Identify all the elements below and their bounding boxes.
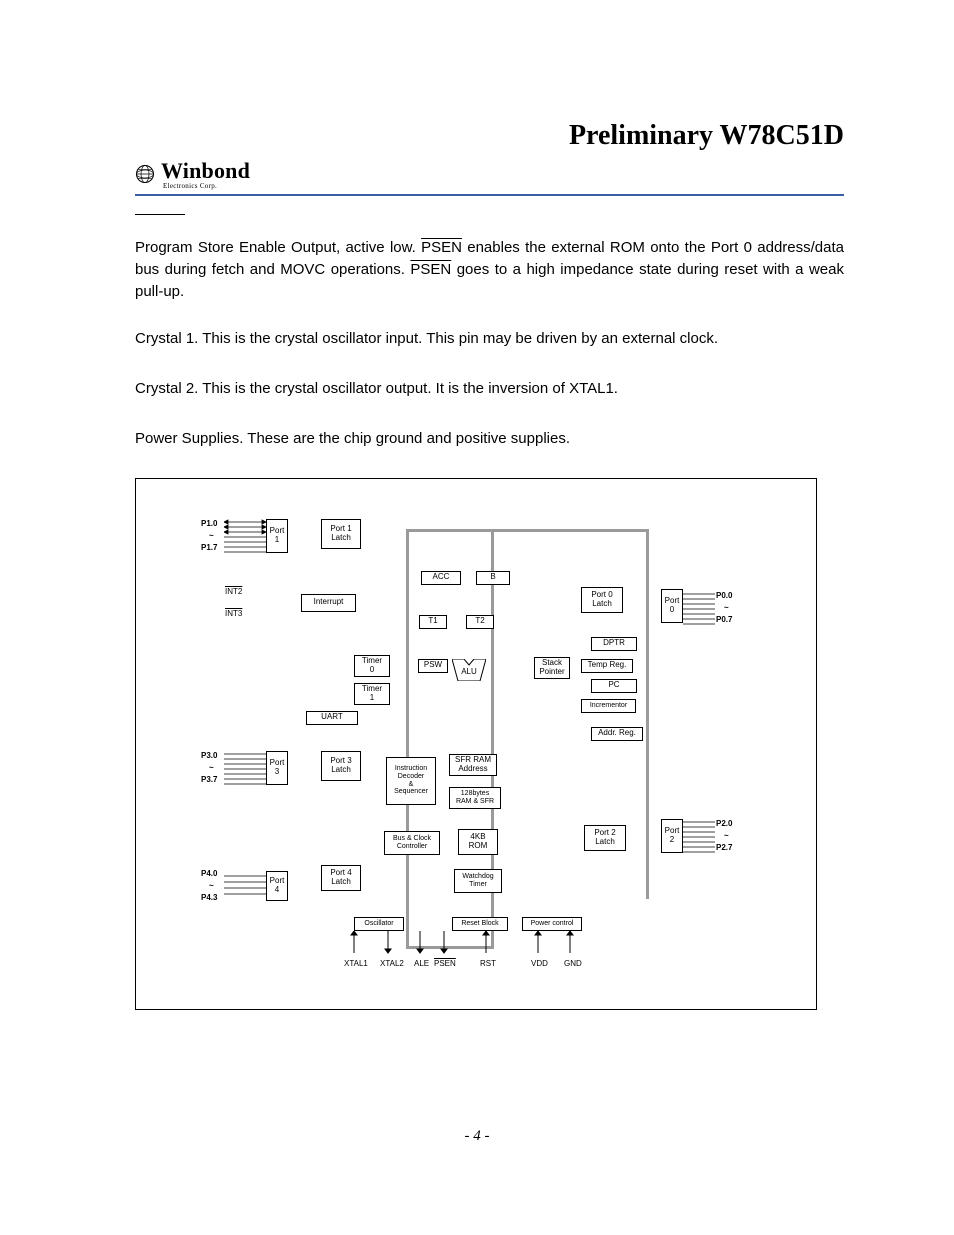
b-block: B (476, 571, 510, 585)
pc-block: PC (591, 679, 637, 693)
port1-latch: Port 1 Latch (321, 519, 361, 549)
incr-block: Incrementor (581, 699, 636, 713)
paragraph-xtal1: Crystal 1. This is the crystal oscillato… (135, 328, 844, 350)
paragraph-power: Power Supplies. These are the chip groun… (135, 428, 844, 450)
brand-name: Winbond (161, 158, 250, 184)
p2-label-mid: ~ (724, 831, 729, 840)
p0-label-mid: ~ (724, 603, 729, 612)
interrupt-block: Interrupt (301, 594, 356, 612)
psen-label: PSEN (434, 959, 456, 968)
p1-label-top: P1.0 (201, 519, 217, 528)
p2-label-bot: P2.7 (716, 843, 732, 852)
vdd-label: VDD (531, 959, 548, 968)
bus-clock-block: Bus & Clock Controller (384, 831, 440, 855)
paragraph-xtal2: Crystal 2. This is the crystal oscillato… (135, 378, 844, 400)
paragraph-psen: Program Store Enable Output, active low.… (135, 237, 844, 302)
temp-block: Temp Reg. (581, 659, 633, 673)
p0-label-top: P0.0 (716, 591, 732, 600)
uart-block: UART (306, 711, 358, 725)
gnd-label: GND (564, 959, 582, 968)
psen-signal: PSEN (410, 261, 451, 278)
int2-label: INT2 (225, 587, 242, 596)
p4-label-mid: ~ (209, 881, 214, 890)
p3-label-top: P3.0 (201, 751, 217, 760)
port-pins-icon (683, 819, 715, 855)
power-block: Power control (522, 917, 582, 931)
p0-label-bot: P0.7 (716, 615, 732, 624)
port4-block: Port 4 (266, 871, 288, 901)
timer0-block: Timer 0 (354, 655, 390, 677)
globe-icon (135, 164, 155, 184)
ale-label: ALE (414, 959, 429, 968)
osc-block: Oscillator (354, 917, 404, 931)
bus-line (406, 529, 649, 532)
port2-latch: Port 2 Latch (584, 825, 626, 851)
port4-latch: Port 4 Latch (321, 865, 361, 891)
port2-block: Port 2 (661, 819, 683, 853)
t1-block: T1 (419, 615, 447, 629)
psen-signal: PSEN (421, 239, 462, 256)
wdt-block: Watchdog Timer (454, 869, 502, 893)
brand-logo: Winbond (135, 158, 844, 184)
bottom-arrows-icon (336, 931, 596, 959)
ram-block: 128bytes RAM & SFR (449, 787, 501, 809)
rst-label: RST (480, 959, 496, 968)
port3-latch: Port 3 Latch (321, 751, 361, 781)
dptr-block: DPTR (591, 637, 637, 651)
bus-line (646, 529, 649, 899)
short-rule (135, 214, 185, 215)
p1-label-bot: P1.7 (201, 543, 217, 552)
port0-block: Port 0 (661, 589, 683, 623)
xtal2-label: XTAL2 (380, 959, 404, 968)
doc-title: Preliminary W78C51D (135, 120, 844, 152)
p4-label-bot: P4.3 (201, 893, 217, 902)
port1-block: Port 1 (266, 519, 288, 553)
header-rule (135, 194, 844, 196)
rom-block: 4KB ROM (458, 829, 498, 855)
bus-line (406, 529, 409, 949)
int3-label: INT3 (225, 609, 242, 618)
page-number: - 4 - (0, 1128, 954, 1145)
ids-block: Instruction Decoder & Sequencer (386, 757, 436, 805)
psw-block: PSW (418, 659, 448, 673)
port3-block: Port 3 (266, 751, 288, 785)
timer1-block: Timer 1 (354, 683, 390, 705)
p4-label-top: P4.0 (201, 869, 217, 878)
sp-block: Stack Pointer (534, 657, 570, 679)
reset-block: Reset Block (452, 917, 508, 931)
p3-label-bot: P3.7 (201, 775, 217, 784)
block-diagram: P1.0 ~ P1.7 Port 1 Port 1 Latch INT2 INT… (135, 478, 817, 1010)
port-pins-icon (224, 751, 266, 787)
port-pins-icon (224, 519, 266, 555)
p3-label-mid: ~ (209, 763, 214, 772)
alu-block: ALU (452, 659, 486, 681)
addr-block: Addr. Reg. (591, 727, 643, 741)
port0-latch: Port 0 Latch (581, 587, 623, 613)
sfr-addr-block: SFR RAM Address (449, 754, 497, 776)
t2-block: T2 (466, 615, 494, 629)
port-pins-icon (683, 591, 715, 627)
xtal1-label: XTAL1 (344, 959, 368, 968)
brand-subtitle: Electronics Corp. (163, 182, 844, 190)
acc-block: ACC (421, 571, 461, 585)
p1-label-mid: ~ (209, 531, 214, 540)
port-pins-icon (224, 873, 266, 897)
p2-label-top: P2.0 (716, 819, 732, 828)
